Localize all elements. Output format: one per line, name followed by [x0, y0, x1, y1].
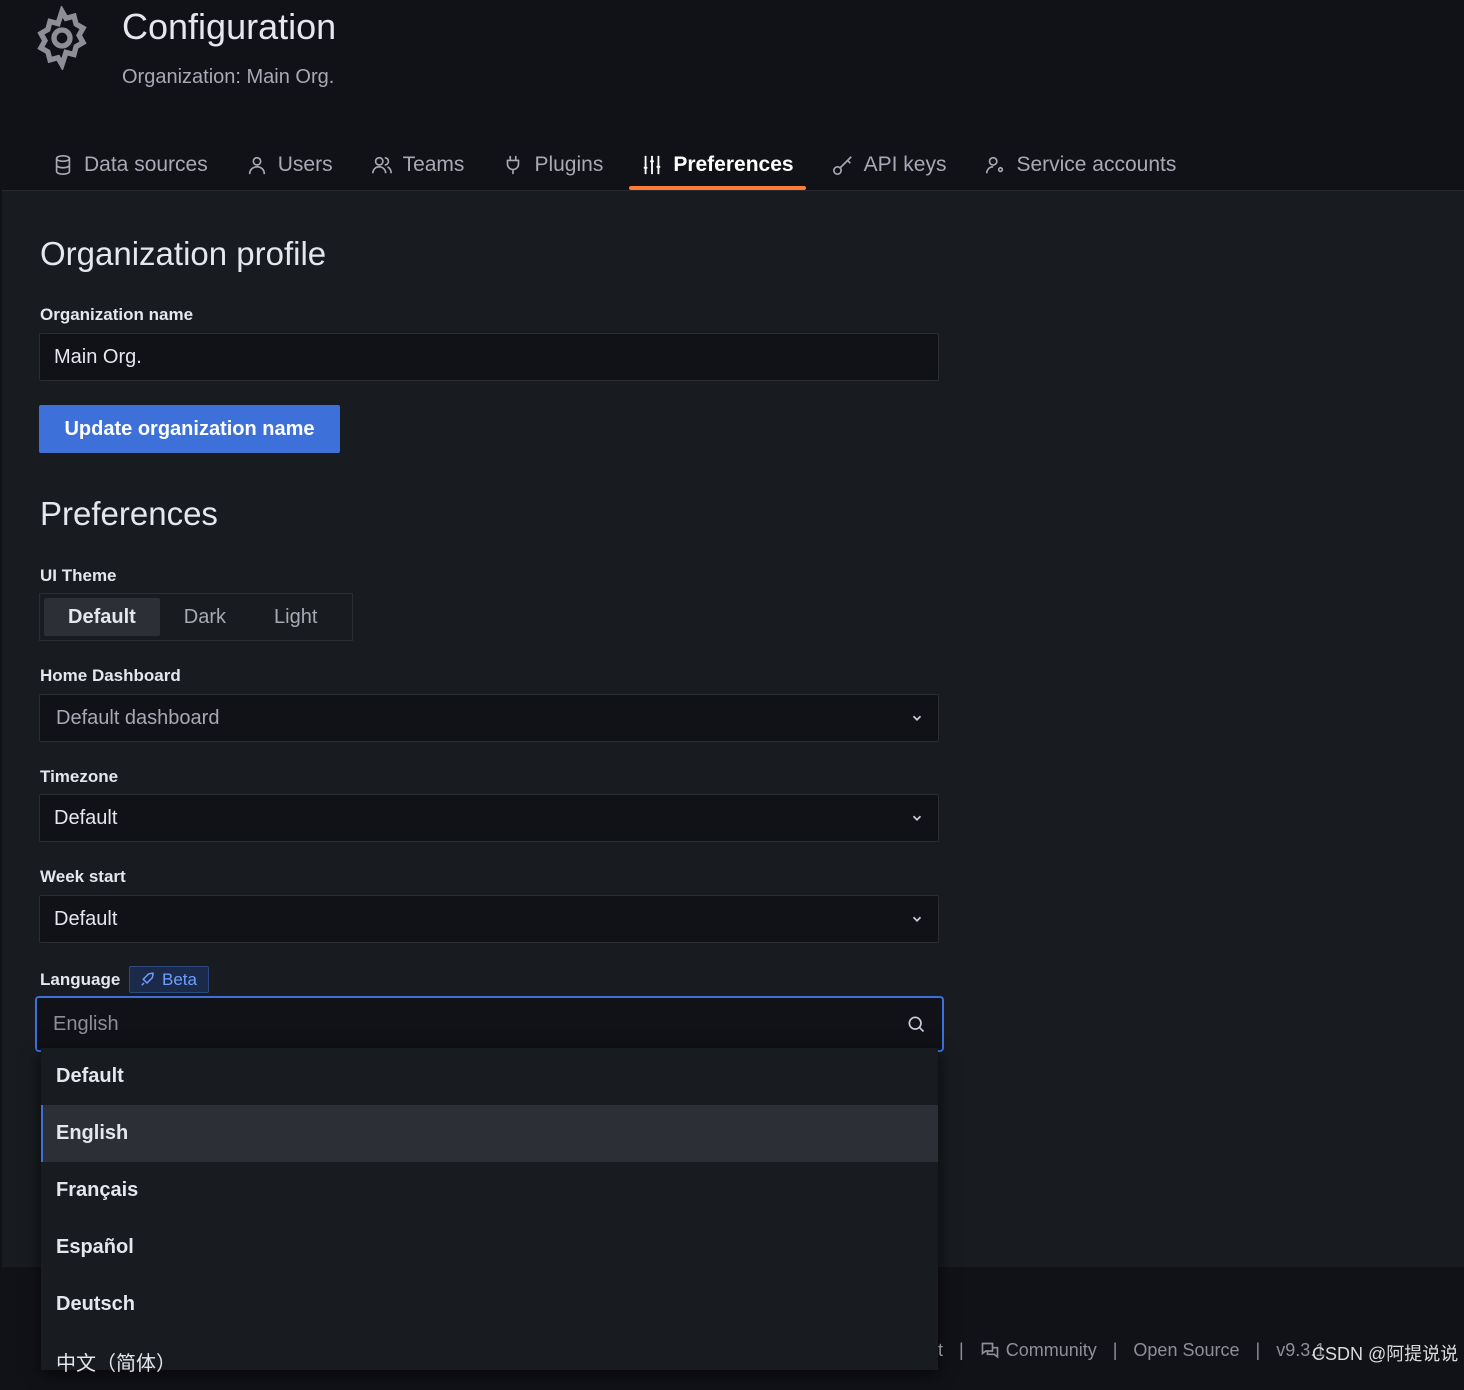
language-search-input[interactable]: English — [35, 996, 944, 1052]
timezone-select[interactable]: Default — [39, 794, 939, 842]
chevron-down-icon — [912, 916, 922, 922]
language-option[interactable]: Deutsch — [41, 1276, 938, 1333]
divider: | — [1255, 1340, 1261, 1360]
home-dashboard-select[interactable]: Default dashboard — [39, 694, 939, 742]
select-value: Default — [54, 806, 118, 829]
org-name-input[interactable]: Main Org. — [39, 333, 939, 381]
section-heading: Preferences — [40, 495, 218, 532]
footer-link[interactable]: t — [938, 1340, 943, 1361]
theme-option-default[interactable]: Default — [44, 598, 160, 636]
language-option[interactable]: Français — [41, 1162, 938, 1219]
week-start-select[interactable]: Default — [39, 895, 939, 943]
language-option[interactable]: English — [41, 1105, 938, 1162]
ui-theme-label: UI Theme — [40, 566, 117, 585]
chevron-down-icon — [912, 715, 922, 721]
update-org-name-button[interactable]: Update organization name — [39, 405, 340, 453]
language-option[interactable]: 中文（简体） — [41, 1333, 938, 1390]
home-dashboard-label: Home Dashboard — [40, 666, 181, 685]
org-name-value: Main Org. — [54, 345, 142, 368]
divider: | — [1112, 1340, 1118, 1360]
section-heading: Organization profile — [40, 235, 327, 272]
rocket-icon — [141, 971, 154, 986]
ui-theme-radio-group: Default Dark Light — [39, 593, 353, 641]
search-icon — [908, 1016, 925, 1033]
select-value: Default dashboard — [56, 706, 220, 729]
week-start-label: Week start — [40, 867, 126, 886]
language-option[interactable]: Español — [41, 1219, 938, 1276]
timezone-label: Timezone — [40, 767, 119, 786]
community-link[interactable]: Community — [980, 1340, 1097, 1361]
open-source-link[interactable]: Open Source — [1133, 1340, 1239, 1361]
language-dropdown-menu: Default English Français Español Deutsch… — [41, 1048, 938, 1375]
language-option[interactable]: Default — [41, 1048, 938, 1105]
chevron-down-icon — [912, 815, 922, 821]
community-text: Community — [1005, 1340, 1097, 1360]
watermark: CSDN @阿提说说 — [1312, 1344, 1459, 1364]
beta-text: Beta — [162, 969, 197, 989]
divider: | — [959, 1340, 964, 1360]
beta-badge: Beta — [129, 966, 209, 993]
theme-option-light[interactable]: Light — [250, 598, 341, 636]
select-value: Default — [54, 907, 118, 930]
theme-option-dark[interactable]: Dark — [160, 598, 250, 636]
org-name-label: Organization name — [40, 305, 194, 324]
comments-icon — [981, 1342, 999, 1358]
language-label: Language — [40, 970, 121, 989]
footer: t | Community | Open Source | v9.3.1 — [938, 1340, 1325, 1361]
language-placeholder: English — [53, 1012, 119, 1035]
